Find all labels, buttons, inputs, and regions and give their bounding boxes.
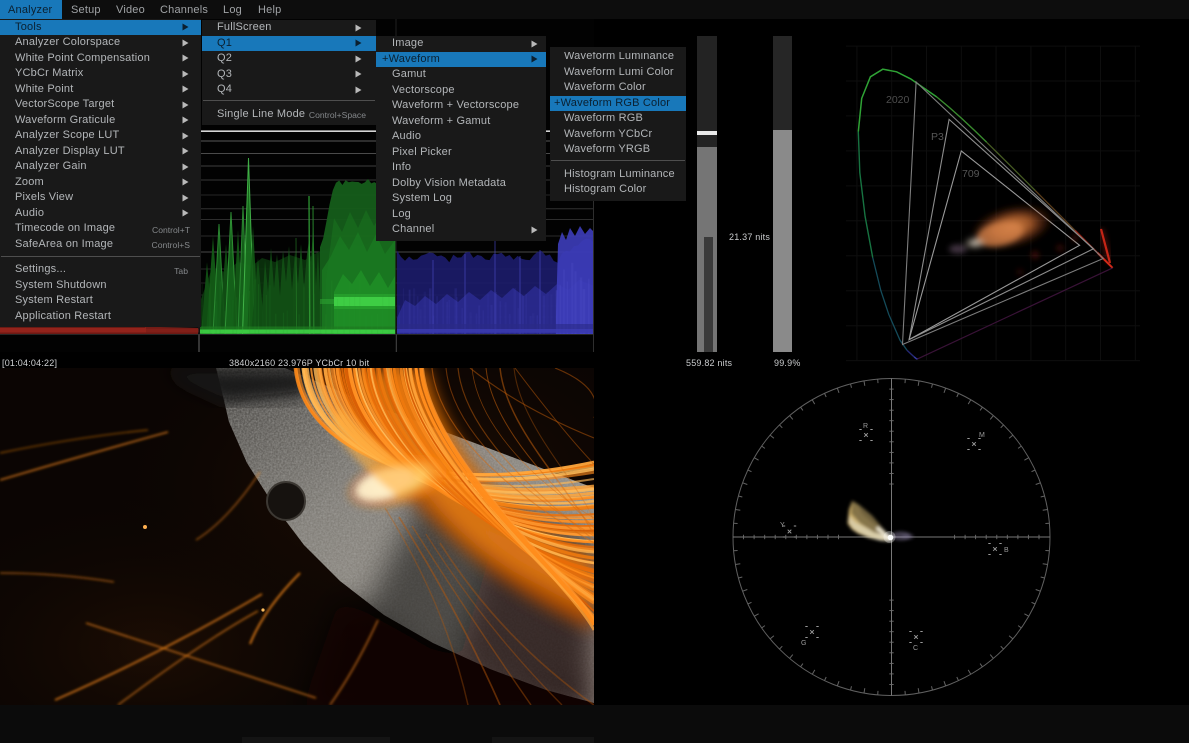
svg-text:G: G <box>801 640 806 647</box>
svg-text:M: M <box>979 432 985 439</box>
svg-text:C: C <box>913 645 918 652</box>
svg-text:Y: Y <box>780 522 785 529</box>
svg-text:B: B <box>1004 547 1009 554</box>
svg-text:R: R <box>863 423 868 430</box>
